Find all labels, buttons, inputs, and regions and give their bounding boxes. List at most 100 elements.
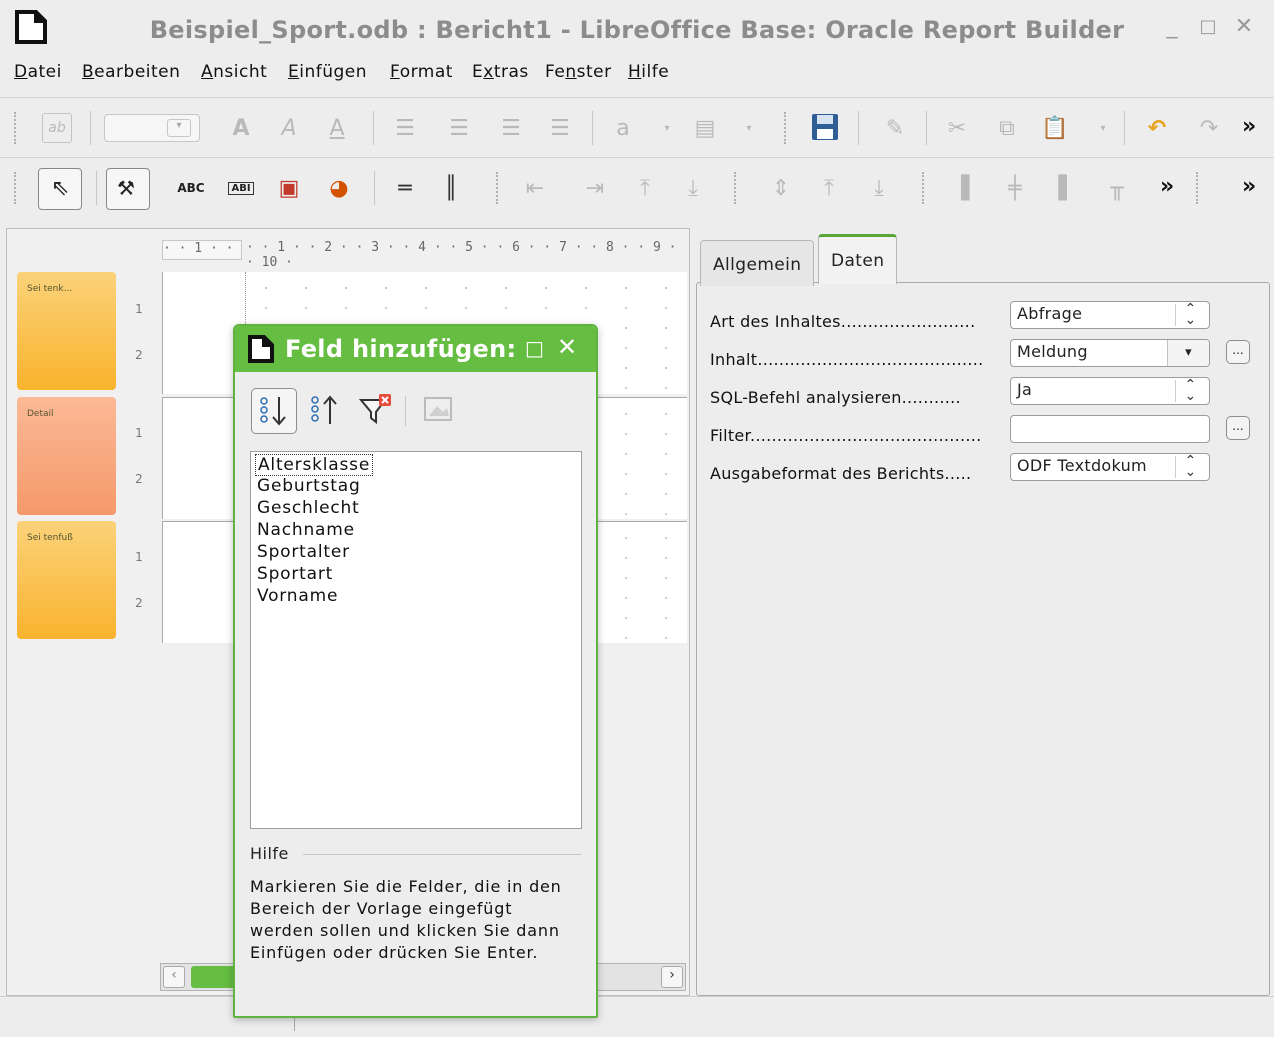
chevron-down-icon[interactable]: ▾ (1167, 340, 1209, 366)
list-item[interactable]: Geburtstag (257, 476, 361, 496)
redo-icon[interactable]: ↷ (1194, 113, 1224, 143)
section-page-header[interactable]: Sei tenk... (17, 272, 116, 390)
close-window-button[interactable]: ✕ (1232, 14, 1256, 39)
distribute-left-icon[interactable]: ▐ (946, 173, 976, 203)
content-ellipsis-button[interactable]: ... (1226, 340, 1250, 364)
more-tools-icon[interactable]: » (1242, 114, 1256, 139)
distribute-top-icon[interactable]: ╥ (1102, 173, 1132, 203)
menu-extras[interactable]: Extras (472, 62, 529, 82)
menu-fenster[interactable]: Fenster (545, 62, 612, 82)
section-bottom-icon[interactable]: ⤓ (864, 173, 894, 203)
field-value: Abfrage (1017, 304, 1083, 323)
more-align-icon[interactable]: » (1160, 174, 1174, 199)
toolbar-grip[interactable] (14, 112, 19, 144)
copy-icon[interactable]: ⧉ (992, 113, 1022, 143)
menu-ansicht[interactable]: Ansicht (201, 62, 267, 82)
horizontal-line-icon[interactable]: ═ (390, 173, 420, 203)
toolbar-grip[interactable] (1196, 172, 1201, 204)
spin-updown-icon[interactable]: ⌃ ⌄ (1175, 454, 1205, 479)
list-item[interactable]: Altersklasse (255, 454, 374, 476)
list-item[interactable]: Geschlecht (257, 498, 360, 518)
content-combobox[interactable]: Meldung ▾ (1010, 339, 1210, 367)
section-top-icon[interactable]: ⤒ (814, 173, 844, 203)
menu-label: Extras (472, 62, 529, 82)
vertical-line-icon[interactable]: ║ (436, 173, 466, 203)
dialog-title-bar[interactable]: Feld hinzufügen: □ ✕ (235, 326, 596, 372)
section-page-footer[interactable]: Sei tenfuß (17, 521, 116, 639)
font-size-box[interactable]: ▾ (104, 114, 200, 142)
remove-filter-button[interactable] (355, 388, 395, 434)
filter-ellipsis-button[interactable]: ... (1226, 416, 1250, 440)
cut-icon[interactable]: ✂ (942, 113, 972, 143)
chevron-down-icon[interactable]: ▾ (652, 113, 682, 143)
tab-allgemein[interactable]: Allgemein (700, 240, 815, 286)
align-left-edge-icon[interactable]: ⇤ (520, 173, 550, 203)
align-bottom-icon[interactable]: ⤓ (678, 173, 708, 203)
insert-field-button[interactable] (419, 388, 459, 434)
menu-datei[interactable]: Datei (14, 62, 62, 82)
toolbar-grip[interactable] (496, 172, 501, 204)
list-item[interactable]: Sportalter (257, 542, 350, 562)
distribute-center-icon[interactable]: ╪ (1000, 173, 1030, 203)
menu-hilfe[interactable]: Hilfe (628, 62, 669, 82)
tab-daten[interactable]: Daten (818, 234, 898, 284)
chart-icon[interactable]: ◕ (324, 173, 354, 203)
align-left-icon[interactable]: ☰ (390, 113, 420, 143)
edit-icon[interactable]: ✎ (880, 113, 910, 143)
align-right-edge-icon[interactable]: ⇥ (580, 173, 610, 203)
output-format-select[interactable]: ODF Textdokum ⌃ ⌄ (1010, 453, 1210, 481)
filter-input[interactable] (1010, 415, 1210, 443)
maximize-button[interactable]: □ (1196, 16, 1220, 37)
align-center-icon[interactable]: ☰ (444, 113, 474, 143)
scroll-right-icon[interactable]: › (661, 966, 683, 988)
toolbar-grip[interactable] (784, 112, 789, 144)
menu-einfuegen[interactable]: Einfügen (288, 62, 367, 82)
sort-descending-button[interactable] (307, 388, 347, 434)
save-icon[interactable] (810, 112, 840, 142)
scroll-left-icon[interactable]: ‹ (163, 966, 185, 988)
chevron-down-icon[interactable]: ▾ (734, 113, 764, 143)
font-name-icon[interactable]: ab (42, 113, 72, 143)
label-field-icon[interactable]: ABC (172, 173, 210, 203)
chevron-down-icon[interactable]: ▾ (1088, 113, 1118, 143)
dialog-title: Feld hinzufügen: (285, 335, 517, 363)
text-field-icon[interactable]: ABI (222, 173, 260, 203)
maximize-icon[interactable]: □ (525, 336, 544, 360)
image-icon[interactable]: ▣ (274, 173, 304, 203)
menu-bearbeiten[interactable]: Bearbeiten (82, 62, 180, 82)
toolbar-grip[interactable] (734, 172, 739, 204)
content-type-select[interactable]: Abfrage ⌃ ⌄ (1010, 301, 1210, 329)
spin-updown-icon[interactable]: ⌃ ⌄ (1175, 302, 1205, 327)
menu-format[interactable]: Format (390, 62, 453, 82)
distribute-right-icon[interactable]: ▌ (1052, 173, 1082, 203)
align-top-icon[interactable]: ⤒ (630, 173, 660, 203)
background-color-icon[interactable]: ▤ (690, 113, 720, 143)
select-tool-button[interactable]: ⇖ (38, 168, 82, 210)
bold-icon[interactable]: A (226, 113, 256, 143)
paste-icon[interactable]: 📋 (1040, 113, 1070, 143)
align-right-icon[interactable]: ☰ (496, 113, 526, 143)
underline-icon[interactable]: A (322, 113, 352, 143)
undo-icon[interactable]: ↶ (1142, 113, 1172, 143)
sort-ascending-button[interactable] (251, 388, 297, 434)
justify-icon[interactable]: ☰ (545, 113, 575, 143)
close-icon[interactable]: ✕ (557, 333, 577, 361)
spin-updown-icon[interactable]: ⌃ ⌄ (1175, 378, 1205, 403)
font-color-icon[interactable]: a (608, 113, 638, 143)
sql-analyze-select[interactable]: Ja ⌃ ⌄ (1010, 377, 1210, 405)
toolbar-grip[interactable] (922, 172, 927, 204)
section-label: Sei tenk... (27, 284, 73, 294)
separator (858, 111, 859, 145)
field-list[interactable]: Altersklasse Geburtstag Geschlecht Nachn… (250, 451, 582, 829)
more-tools-icon[interactable]: » (1242, 174, 1256, 199)
toolbar-grip[interactable] (14, 172, 19, 204)
list-item[interactable]: Nachname (257, 520, 355, 540)
minimize-button[interactable]: _ (1160, 14, 1184, 39)
italic-icon[interactable]: A (274, 113, 304, 143)
section-detail[interactable]: Detail (17, 397, 116, 515)
list-item[interactable]: Sportart (257, 564, 333, 584)
center-vertical-icon[interactable]: ⇕ (766, 173, 796, 203)
ruler-left-margin: · · 1 · · (162, 240, 242, 260)
design-mode-button[interactable]: ⚒ (106, 168, 150, 210)
list-item[interactable]: Vorname (257, 586, 338, 606)
